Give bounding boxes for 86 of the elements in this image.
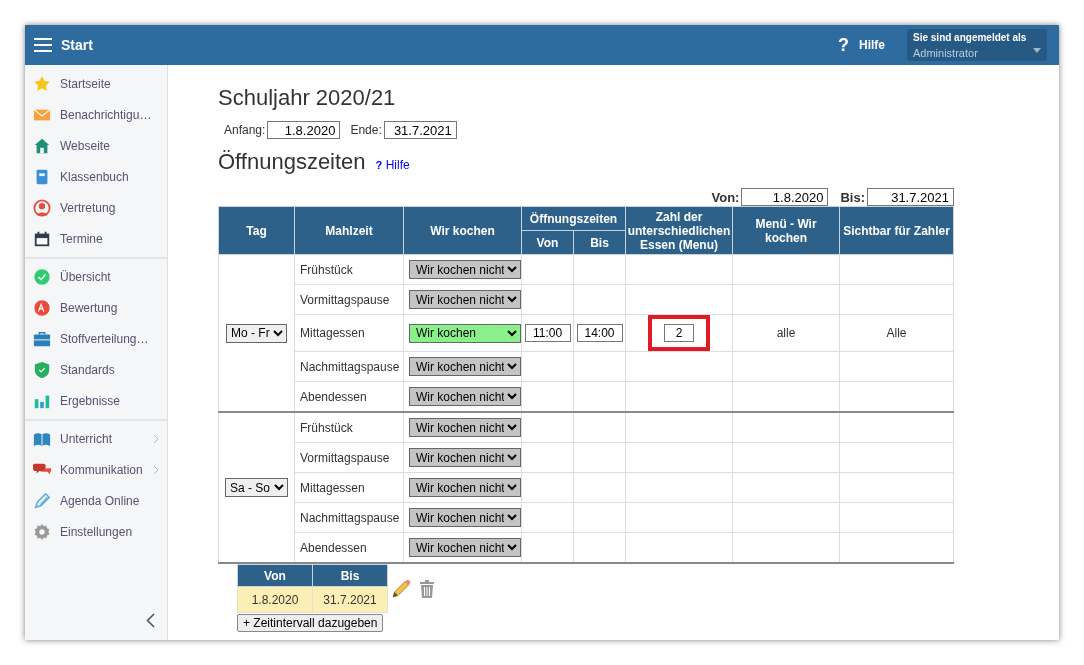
add-interval-button[interactable]: + Zeitintervall dazugeben xyxy=(237,614,384,632)
sidebar-icon xyxy=(33,522,51,541)
sidebar-item[interactable]: Stoffverteilung… xyxy=(25,323,167,354)
column-header: Menü - Wir kochen xyxy=(732,206,840,255)
sidebar-icon xyxy=(33,198,51,217)
cooking-select[interactable]: Wir kochen nicht xyxy=(409,357,521,376)
visible-cell: Alle xyxy=(839,314,954,352)
meal-cell: Nachmittagspause xyxy=(294,502,404,533)
start-label: Anfang: xyxy=(224,123,266,137)
column-header: Mahlzeit xyxy=(294,206,404,255)
sidebar-icon xyxy=(33,491,51,510)
sidebar-icon xyxy=(33,329,51,348)
meal-cell: Frühstück xyxy=(294,254,404,285)
time-field[interactable]: 14:00 xyxy=(576,324,623,342)
end-date-field[interactable]: 31.7.2021 xyxy=(383,121,457,139)
to-label: Bis: xyxy=(840,189,865,205)
sidebar-item[interactable]: Benachrichtigu… xyxy=(25,99,167,130)
meal-cell: Frühstück xyxy=(294,412,404,443)
end-label: Ende: xyxy=(350,123,382,137)
collapse-icon[interactable] xyxy=(146,613,155,628)
meal-cell: Nachmittagspause xyxy=(294,351,404,382)
user-label: Sie sind angemeldet als xyxy=(913,32,1028,43)
help-link[interactable]: Hilfe xyxy=(859,38,885,52)
sidebar-item[interactable]: Termine xyxy=(25,223,167,254)
sidebar-item[interactable]: Kommunikation xyxy=(25,454,167,485)
sidebar-icon xyxy=(33,298,51,317)
sidebar-item[interactable]: Startseite xyxy=(25,68,167,99)
cooking-select[interactable]: Wir kochen nicht xyxy=(409,448,521,467)
sidebar-item[interactable]: Einstellungen xyxy=(25,516,167,547)
sidebar-icon xyxy=(33,229,51,248)
interval-cell[interactable]: 1.8.2020 xyxy=(237,586,313,613)
cooking-select[interactable]: Wir kochen nicht xyxy=(409,418,521,437)
sidebar-icon xyxy=(33,267,51,286)
from-label: Von: xyxy=(711,189,740,205)
user-menu[interactable]: Sie sind angemeldet als Administrator xyxy=(907,29,1047,61)
meal-cell: Mittagessen xyxy=(294,314,404,352)
sidebar-item[interactable]: Ergebnisse xyxy=(25,385,167,416)
sidebar-item[interactable]: Unterricht xyxy=(25,423,167,454)
column-header: Wir kochen xyxy=(403,206,522,255)
column-header: Sichtbar für Zahler xyxy=(839,206,954,255)
sidebar-icon xyxy=(33,136,51,155)
meal-cell: Vormittagspause xyxy=(294,442,404,473)
cooking-select[interactable]: Wir kochen nicht xyxy=(409,260,521,279)
sidebar-item[interactable]: Klassenbuch xyxy=(25,161,167,192)
page-title: Schuljahr 2020/21 xyxy=(218,85,397,111)
section-title: Öffnungszeiten xyxy=(218,149,366,175)
sidebar-item[interactable]: Standards xyxy=(25,354,167,385)
cooking-select[interactable]: Wir kochen nicht xyxy=(409,508,521,527)
help-icon[interactable]: ? xyxy=(838,34,849,56)
cooking-select[interactable]: Wir kochen nicht xyxy=(409,538,521,557)
start-date-field[interactable]: 1.8.2020 xyxy=(267,121,341,139)
column-header: Zahl der unterschiedlichen Essen (Menu) xyxy=(625,206,733,255)
sidebar-item[interactable]: Vertretung xyxy=(25,192,167,223)
cooking-select[interactable]: Wir kochen xyxy=(409,323,521,343)
menu-icon[interactable] xyxy=(34,38,52,52)
column-header: Öffnungszeiten xyxy=(521,206,626,231)
menu-cell: alle xyxy=(732,314,840,352)
count-field[interactable]: 2 xyxy=(664,324,694,342)
time-field[interactable]: 11:00 xyxy=(524,324,571,342)
meal-cell: Mittagessen xyxy=(294,472,404,503)
help-link[interactable]: ? Hilfe xyxy=(375,158,410,172)
interval-cell[interactable]: 31.7.2021 xyxy=(312,586,388,613)
pencil-icon[interactable] xyxy=(391,578,411,599)
chevron-icon xyxy=(153,464,159,475)
trash-icon[interactable] xyxy=(417,578,437,599)
sidebar-item[interactable]: Bewertung xyxy=(25,292,167,323)
from-date-field[interactable]: 1.8.2020 xyxy=(741,188,829,206)
day-select[interactable]: Sa - So xyxy=(225,478,288,497)
user-name: Administrator xyxy=(913,47,978,59)
chevron-icon xyxy=(153,433,159,444)
column-header: Bis xyxy=(312,564,388,587)
column-header: Von xyxy=(237,564,313,587)
sidebar-item[interactable]: Übersicht xyxy=(25,261,167,292)
meal-cell: Vormittagspause xyxy=(294,284,404,315)
caret-icon xyxy=(1033,48,1041,53)
sidebar-item[interactable]: Agenda Online xyxy=(25,485,167,516)
cooking-select[interactable]: Wir kochen nicht xyxy=(409,478,521,497)
sidebar-icon xyxy=(33,360,51,379)
cooking-select[interactable]: Wir kochen nicht xyxy=(409,290,521,309)
menu-title[interactable]: Start xyxy=(61,37,93,53)
day-select[interactable]: Mo - Fr xyxy=(226,323,287,343)
column-header: Tag xyxy=(218,206,295,255)
sidebar-item[interactable]: Webseite xyxy=(25,130,167,161)
sidebar-icon xyxy=(33,74,51,93)
to-date-field[interactable]: 31.7.2021 xyxy=(867,188,954,206)
cooking-select[interactable]: Wir kochen nicht xyxy=(409,387,521,406)
